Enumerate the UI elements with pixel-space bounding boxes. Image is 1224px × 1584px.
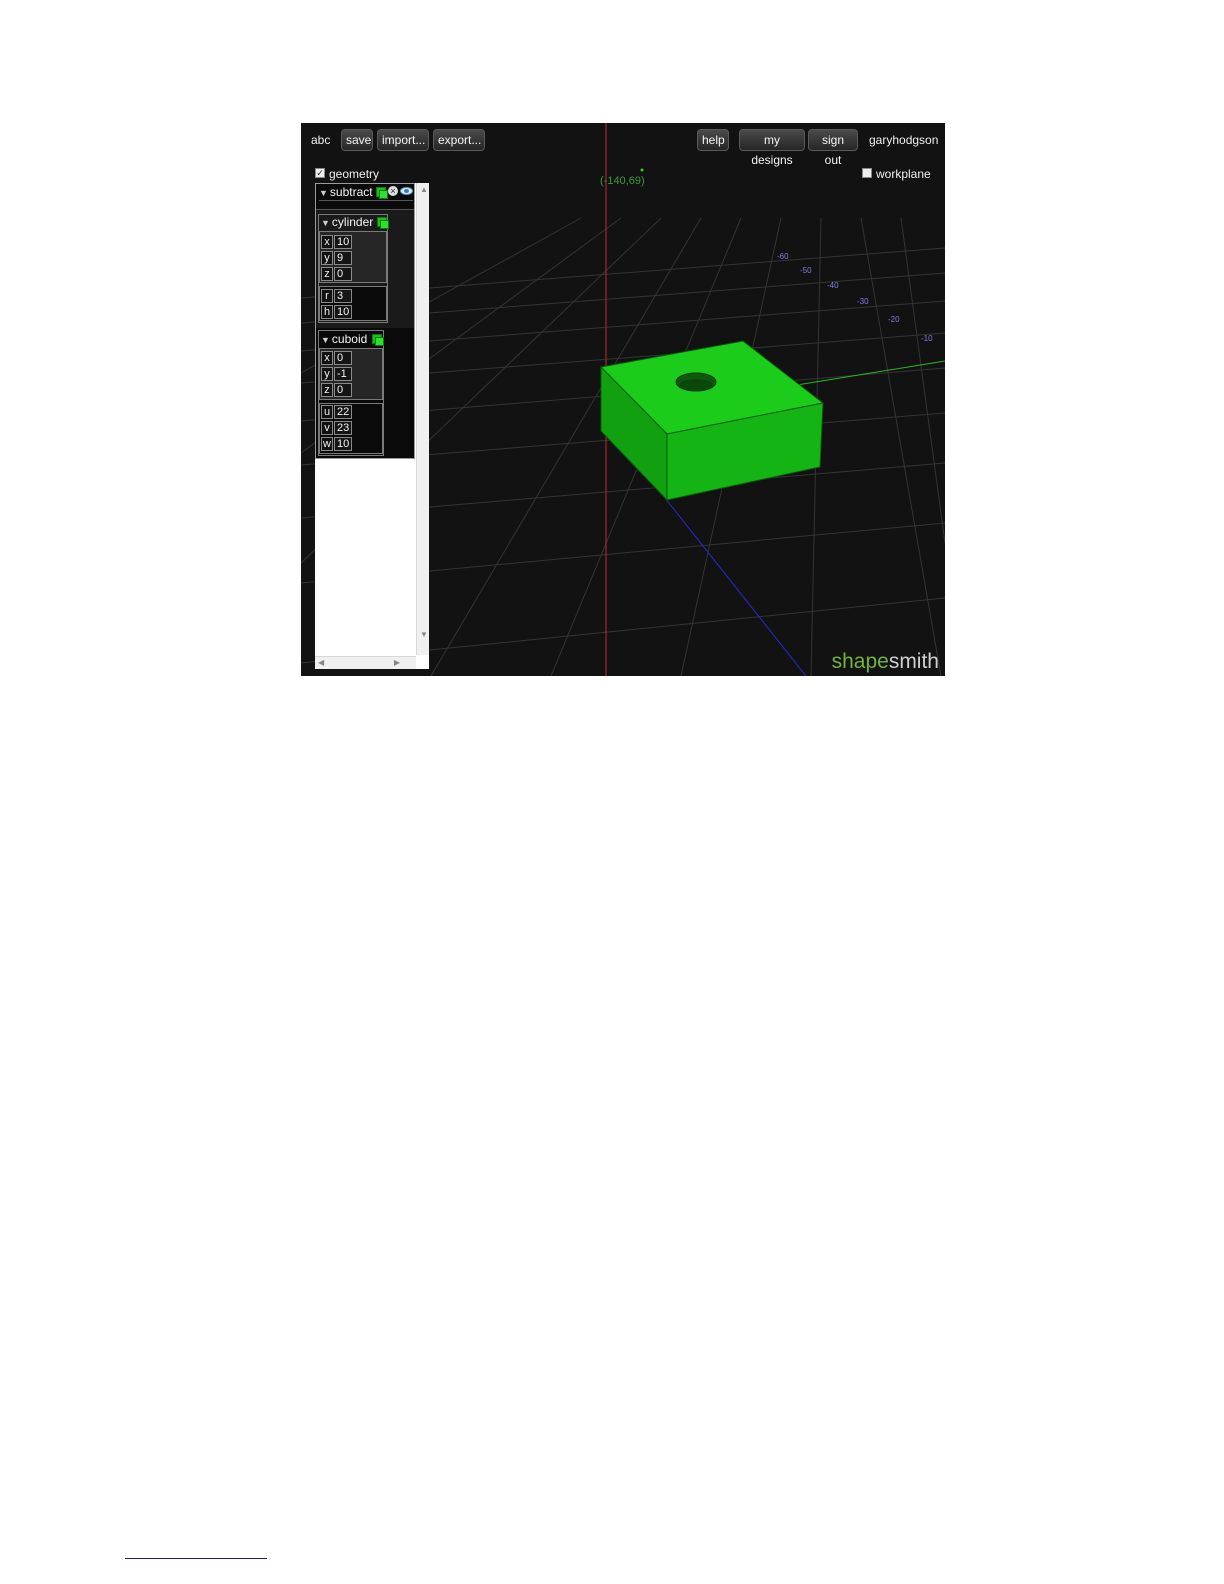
help-button[interactable]: help xyxy=(697,129,729,151)
scroll-right-arrow-icon[interactable]: ▶ xyxy=(394,659,400,667)
footnote-separator xyxy=(125,1558,267,1559)
param-value-field[interactable]: 3 xyxy=(334,289,352,303)
tree-vertical-scrollbar[interactable]: ▲ ▼ xyxy=(416,183,429,655)
param-value-field[interactable]: -1 xyxy=(334,367,352,381)
copy-icon[interactable] xyxy=(372,334,384,346)
param-key: r xyxy=(321,289,333,303)
param-value-field[interactable]: 10 xyxy=(334,305,352,319)
logo-part: smith xyxy=(888,650,939,673)
import-button[interactable]: import... xyxy=(377,129,429,151)
param-key: v xyxy=(321,421,333,435)
expand-triangle-icon[interactable]: ▼ xyxy=(321,218,330,228)
node-label: subtract xyxy=(329,185,373,199)
export-button[interactable]: export... xyxy=(433,129,485,151)
visibility-eye-icon[interactable] xyxy=(400,187,413,195)
sign-out-button[interactable]: sign out xyxy=(808,129,858,167)
axis-label: -30 xyxy=(857,297,869,306)
expand-triangle-icon[interactable]: ▼ xyxy=(319,188,328,198)
geometry-tree-panel: ▼ subtract × ▼ cylinder x 10 y 9 z 0 r 3… xyxy=(315,183,429,669)
tree-horizontal-scrollbar[interactable]: ◀ ▶ xyxy=(315,656,416,669)
param-value-field[interactable]: 9 xyxy=(334,251,352,265)
expand-triangle-icon[interactable]: ▼ xyxy=(321,335,330,345)
workplane-label: workplane xyxy=(876,167,931,181)
geometry-checkbox[interactable]: ✓ xyxy=(315,168,325,178)
delete-icon[interactable]: × xyxy=(388,186,398,196)
param-value-field[interactable]: 10 xyxy=(334,235,352,249)
param-value-field[interactable]: 22 xyxy=(334,405,352,419)
param-key: y xyxy=(321,367,333,381)
axis-label: -50 xyxy=(800,266,812,275)
param-value-field[interactable]: 23 xyxy=(334,421,352,435)
param-value-field[interactable]: 0 xyxy=(334,351,352,365)
param-key: z xyxy=(321,267,333,281)
z-axis-line xyxy=(660,492,807,676)
workplane-checkbox[interactable] xyxy=(862,168,872,178)
param-value-field[interactable]: 0 xyxy=(334,267,352,281)
param-value-field[interactable]: 0 xyxy=(334,383,352,397)
my-designs-button[interactable]: my designs xyxy=(739,129,805,167)
axis-label: -60 xyxy=(777,252,789,261)
node-label: cuboid xyxy=(331,332,368,346)
username: garyhodgson xyxy=(869,133,939,147)
param-key: x xyxy=(321,351,333,365)
geometry-label: geometry xyxy=(329,167,380,181)
param-key: z xyxy=(321,383,333,397)
copy-icon[interactable] xyxy=(377,217,389,229)
param-key: h xyxy=(321,305,333,319)
logo-part: shape xyxy=(831,650,889,673)
axis-label: -40 xyxy=(827,281,839,290)
shapesmith-logo: shapesmith xyxy=(832,651,939,673)
param-value-field[interactable]: 10 xyxy=(334,437,352,451)
axis-label: -20 xyxy=(888,315,900,324)
cursor-coordinates: (-140,69) xyxy=(600,175,645,187)
scroll-left-arrow-icon[interactable]: ◀ xyxy=(318,659,324,667)
tree-node-cuboid[interactable]: ▼ cuboid xyxy=(321,331,367,347)
param-key: x xyxy=(321,235,333,249)
node-label: cylinder xyxy=(331,215,374,229)
param-key: u xyxy=(321,405,333,419)
shapesmith-app: -60 -50 -40 -30 -20 -10 (-140,69) abc sa… xyxy=(301,123,945,676)
param-key: y xyxy=(321,251,333,265)
save-button[interactable]: save xyxy=(341,129,373,151)
scroll-down-arrow-icon[interactable]: ▼ xyxy=(420,631,428,639)
scroll-up-arrow-icon[interactable]: ▲ xyxy=(420,186,428,194)
axis-label: -10 xyxy=(921,334,933,343)
copy-icon[interactable] xyxy=(376,187,388,199)
geometry-tree: ▼ subtract × ▼ cylinder x 10 y 9 z 0 r 3… xyxy=(315,183,415,459)
cursor-marker xyxy=(640,168,644,172)
param-key: w xyxy=(321,437,333,451)
tree-node-cylinder[interactable]: ▼ cylinder xyxy=(321,214,373,230)
design-name: abc xyxy=(311,133,331,147)
tree-node-subtract[interactable]: ▼ subtract xyxy=(319,184,413,201)
